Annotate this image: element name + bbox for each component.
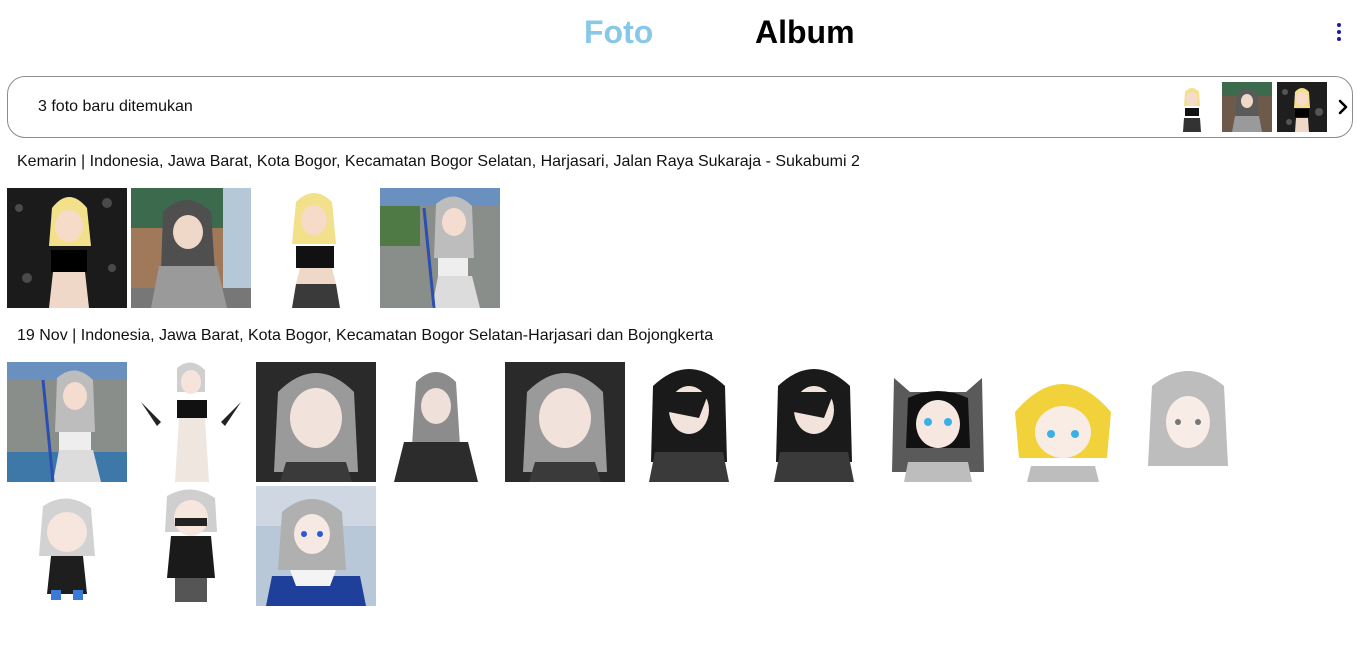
photo-thumbnail[interactable] <box>131 362 251 482</box>
photo-thumbnail[interactable] <box>256 188 376 308</box>
more-vertical-icon[interactable] <box>1328 18 1350 46</box>
photo-thumbnail[interactable] <box>256 486 376 606</box>
photo-thumbnail[interactable] <box>1128 362 1248 482</box>
photo-thumbnail[interactable] <box>878 362 998 482</box>
photo-thumbnail[interactable] <box>629 362 749 482</box>
photo-thumbnail[interactable] <box>256 362 376 482</box>
tab-foto[interactable]: Foto <box>584 12 653 52</box>
top-bar: Foto Album <box>0 0 1357 66</box>
new-photos-banner[interactable]: 3 foto baru ditemukan <box>7 76 1353 138</box>
new-photos-text: 3 foto baru ditemukan <box>38 98 193 115</box>
photo-thumbnail[interactable] <box>131 486 251 606</box>
section-title: 19 Nov | Indonesia, Jawa Barat, Kota Bog… <box>17 327 714 344</box>
tab-album[interactable]: Album <box>755 12 855 52</box>
photo-thumbnail[interactable] <box>7 362 127 482</box>
photo-thumbnail[interactable] <box>754 362 874 482</box>
photo-thumbnail[interactable] <box>131 188 251 308</box>
banner-thumbnail <box>1277 82 1327 132</box>
photo-thumbnail[interactable] <box>380 362 500 482</box>
chevron-right-icon[interactable] <box>1334 96 1354 118</box>
photo-thumbnail[interactable] <box>1003 362 1123 482</box>
banner-thumbnail <box>1167 82 1217 132</box>
photo-thumbnail[interactable] <box>505 362 625 482</box>
photo-thumbnail[interactable] <box>7 486 127 606</box>
photo-thumbnail[interactable] <box>380 188 500 308</box>
photo-thumbnail[interactable] <box>7 188 127 308</box>
section-title: Kemarin | Indonesia, Jawa Barat, Kota Bo… <box>17 153 860 170</box>
banner-thumbnail <box>1222 82 1272 132</box>
